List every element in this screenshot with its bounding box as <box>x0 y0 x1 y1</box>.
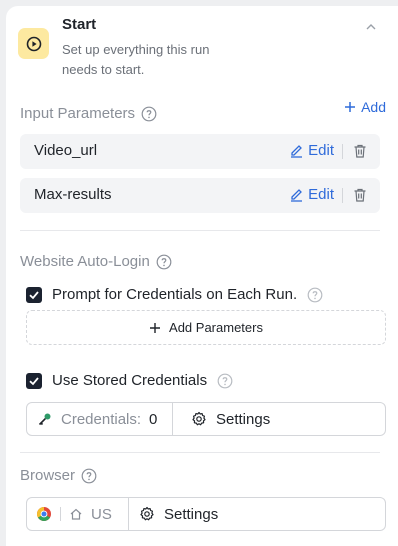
gear-icon <box>192 411 206 426</box>
gear-icon <box>140 506 154 521</box>
credentials-label: Credentials: <box>61 410 142 428</box>
trash-icon[interactable] <box>352 143 368 159</box>
stored-credentials-label: Use Stored Credentials <box>52 372 208 389</box>
play-circle-icon <box>26 36 41 51</box>
section-divider <box>20 230 380 231</box>
edit-parameter-button[interactable]: Edit <box>289 186 334 203</box>
stored-credentials-checkbox[interactable] <box>26 372 42 389</box>
add-parameter-button[interactable]: Add <box>344 99 386 115</box>
input-parameters-text: Input Parameters <box>20 105 136 122</box>
browser-label: Browser <box>20 467 97 484</box>
edit-label: Edit <box>308 186 334 203</box>
prompt-credentials-checkbox[interactable] <box>26 286 42 303</box>
credentials-count: 0 <box>149 410 158 428</box>
start-panel <box>6 6 398 546</box>
key-icon <box>38 413 51 426</box>
pencil-icon <box>291 189 303 202</box>
separator <box>60 507 61 521</box>
add-label: Add <box>361 99 386 115</box>
parameter-name: Max-results <box>34 186 112 203</box>
pencil-icon <box>291 145 303 158</box>
credentials-settings-button[interactable]: Settings <box>191 403 270 435</box>
browser-text: Browser <box>20 467 76 484</box>
prompt-credentials-option[interactable]: Prompt for Credentials on Each Run. <box>26 286 323 303</box>
parameter-row: Max-results Edit <box>20 178 380 213</box>
add-parameters-button[interactable]: Add Parameters <box>26 310 386 345</box>
edit-label: Edit <box>308 142 334 159</box>
add-parameters-label: Add Parameters <box>169 320 263 335</box>
auto-login-text: Website Auto-Login <box>20 253 150 270</box>
question-circle-icon[interactable] <box>81 468 97 484</box>
auto-login-label: Website Auto-Login <box>20 253 172 270</box>
start-description: Set up everything this run needs to star… <box>62 42 210 77</box>
plus-icon <box>150 322 161 333</box>
chrome-icon <box>37 507 51 521</box>
plus-icon <box>345 102 356 112</box>
parameter-row: Video_url Edit <box>20 134 380 169</box>
input-parameters-label: Input Parameters <box>20 105 157 122</box>
credentials-count-section[interactable]: Credentials: 0 <box>27 403 173 435</box>
prompt-credentials-label: Prompt for Credentials on Each Run. <box>52 286 298 303</box>
start-badge <box>18 28 49 59</box>
trash-icon[interactable] <box>352 187 368 203</box>
settings-label: Settings <box>164 505 219 523</box>
question-circle-icon[interactable] <box>141 106 157 122</box>
check-icon <box>29 290 39 299</box>
question-circle-icon[interactable] <box>217 373 233 389</box>
settings-label: Settings <box>216 410 271 428</box>
parameter-name: Video_url <box>34 142 98 159</box>
question-circle-icon[interactable] <box>156 254 172 270</box>
question-circle-icon[interactable] <box>307 287 323 303</box>
edit-parameter-button[interactable]: Edit <box>289 142 334 159</box>
stored-credentials-option[interactable]: Use Stored Credentials <box>26 372 233 389</box>
browser-region: US <box>91 505 112 523</box>
start-header[interactable]: Start Set up everything this run needs t… <box>18 14 378 84</box>
browser-region-section[interactable]: US <box>27 498 129 530</box>
section-divider <box>20 452 380 453</box>
check-icon <box>29 376 39 385</box>
home-icon <box>70 508 82 520</box>
credentials-box: Credentials: 0 Settings <box>26 402 386 436</box>
separator <box>342 188 343 203</box>
separator <box>342 144 343 159</box>
chevron-up-icon[interactable] <box>364 20 378 34</box>
start-title: Start <box>62 16 97 33</box>
browser-settings-button[interactable]: Settings <box>139 498 218 530</box>
browser-box: US Settings <box>26 497 386 531</box>
